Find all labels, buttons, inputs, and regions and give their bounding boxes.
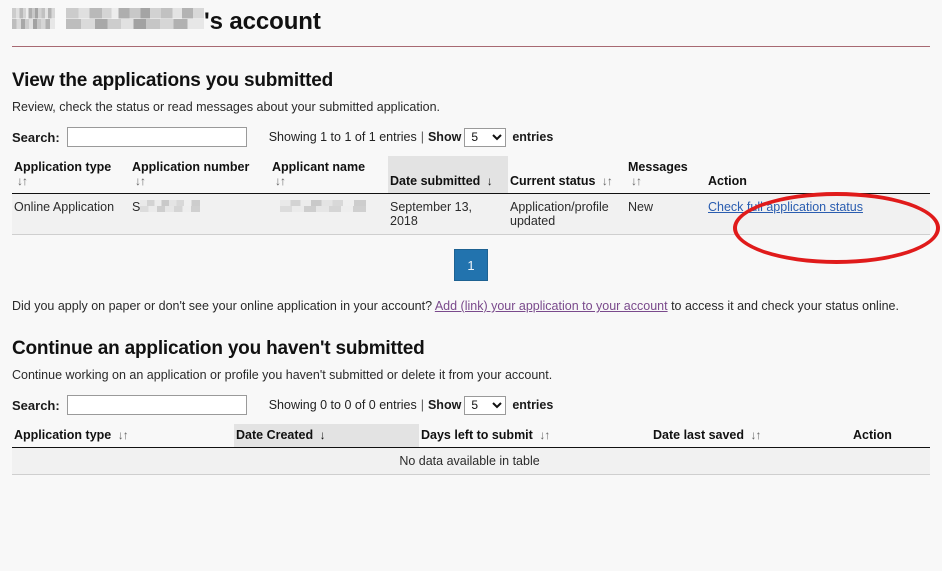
column-label: Application number	[132, 160, 250, 174]
redacted-last-name	[66, 8, 204, 29]
submitted-table-controls: Search: Showing 1 to 1 of 1 entries | Sh…	[12, 127, 930, 147]
column-label: Date Created	[236, 428, 314, 442]
column-header-action: Action	[706, 156, 930, 194]
continue-section-title: Continue an application you haven't subm…	[12, 338, 425, 359]
continue-table-controls: Search: Showing 0 to 0 of 0 entries | Sh…	[12, 395, 930, 415]
cell-date-submitted: September 13, 2018	[388, 193, 508, 235]
cell-applicant-name	[270, 193, 388, 235]
continue-search-label: Search:	[12, 397, 60, 413]
continue-table-header-row: Application type ↓↑ Date Created ↓ Days …	[12, 424, 930, 448]
column-header-messages[interactable]: Messages ↓↑	[626, 156, 706, 194]
no-data-message: No data available in table	[12, 447, 930, 475]
page-title: 's account	[204, 8, 321, 35]
sort-desc-icon: ↓	[486, 174, 493, 188]
continue-page-size-select[interactable]: 5	[464, 395, 507, 415]
empty-table-row: No data available in table	[12, 447, 930, 475]
cell-messages: New	[626, 193, 706, 235]
redacted-applicant-name	[280, 200, 366, 212]
account-page: 's account View the applications you sub…	[0, 0, 942, 571]
submitted-page-size-select[interactable]: 5	[464, 127, 507, 147]
column-header-date-last-saved[interactable]: Date last saved ↓↑	[651, 424, 851, 448]
submitted-search-label: Search:	[12, 129, 60, 145]
submitted-applications-table: Application type ↓↑ Application number ↓…	[12, 156, 930, 235]
continue-entries-label: entries	[512, 398, 554, 412]
submitted-section-title: View the applications you submitted	[12, 70, 333, 91]
submitted-section-description: Review, check the status or read message…	[12, 100, 441, 114]
column-header-date-submitted[interactable]: Date submitted ↓	[388, 156, 508, 194]
column-label: Action	[853, 428, 892, 442]
check-full-application-status-link[interactable]: Check full application status	[708, 200, 863, 214]
submitted-entries-info: Showing 1 to 1 of 1 entries	[268, 130, 417, 144]
submitted-table-pagination: 1	[12, 249, 930, 281]
add-link-application-link[interactable]: Add (link) your application to your acco…	[435, 299, 668, 313]
cell-application-number: S	[130, 193, 270, 235]
column-label: Current status	[510, 174, 596, 188]
sort-desc-icon: ↓	[319, 428, 326, 442]
title-divider	[12, 46, 930, 47]
cell-current-status: Application/profile updated	[508, 193, 626, 235]
column-label: Messages	[628, 160, 688, 174]
column-label: Application type	[14, 160, 112, 174]
application-number-prefix: S	[132, 200, 141, 214]
sort-both-icon: ↓↑	[117, 428, 129, 442]
continue-info-separator: |	[420, 398, 424, 412]
sort-both-icon: ↓↑	[17, 174, 28, 188]
paper-application-note: Did you apply on paper or don't see your…	[12, 297, 930, 315]
table-row: Online Application S September 13, 2018 …	[12, 193, 930, 235]
column-label: Applicant name	[272, 160, 366, 174]
continue-search-input[interactable]	[66, 395, 247, 415]
column-label: Application type	[14, 428, 112, 442]
column-header-application-number[interactable]: Application number ↓↑	[130, 156, 270, 194]
column-header-application-type-2[interactable]: Application type ↓↑	[12, 424, 234, 448]
pagination-page-1-button[interactable]: 1	[454, 249, 488, 281]
column-header-action-2: Action	[851, 424, 930, 448]
submitted-info-separator: |	[420, 130, 424, 144]
submitted-show-label: Show	[427, 130, 462, 144]
sort-both-icon: ↓↑	[631, 174, 642, 188]
sort-both-icon: ↓↑	[601, 174, 613, 188]
redacted-application-number	[140, 200, 201, 212]
column-header-current-status[interactable]: Current status ↓↑	[508, 156, 626, 194]
continue-section-description: Continue working on an application or pr…	[12, 368, 553, 382]
account-header: 's account	[12, 0, 930, 36]
paper-note-before-text: Did you apply on paper or don't see your…	[12, 299, 433, 313]
sort-both-icon: ↓↑	[750, 428, 762, 442]
submitted-table-header-row: Application type ↓↑ Application number ↓…	[12, 156, 930, 194]
submitted-entries-label: entries	[512, 130, 554, 144]
column-label: Action	[708, 174, 747, 188]
redacted-first-name	[12, 8, 55, 29]
column-label: Date submitted	[390, 174, 481, 188]
column-header-date-created[interactable]: Date Created ↓	[234, 424, 419, 448]
column-label: Days left to submit	[421, 428, 533, 442]
column-header-application-type[interactable]: Application type ↓↑	[12, 156, 130, 194]
sort-both-icon: ↓↑	[539, 428, 550, 442]
cell-action: Check full application status	[706, 193, 930, 235]
column-header-applicant-name[interactable]: Applicant name ↓↑	[270, 156, 388, 194]
continue-show-label: Show	[427, 398, 462, 412]
sort-both-icon: ↓↑	[135, 174, 146, 188]
unsubmitted-applications-table: Application type ↓↑ Date Created ↓ Days …	[12, 424, 930, 475]
sort-both-icon: ↓↑	[275, 174, 286, 188]
paper-note-after-text: to access it and check your status onlin…	[671, 299, 899, 313]
cell-application-type: Online Application	[12, 193, 130, 235]
column-header-days-left-to-submit[interactable]: Days left to submit ↓↑	[419, 424, 651, 448]
column-label: Date last saved	[653, 428, 745, 442]
submitted-search-input[interactable]	[66, 127, 247, 147]
continue-entries-info: Showing 0 to 0 of 0 entries	[268, 398, 417, 412]
